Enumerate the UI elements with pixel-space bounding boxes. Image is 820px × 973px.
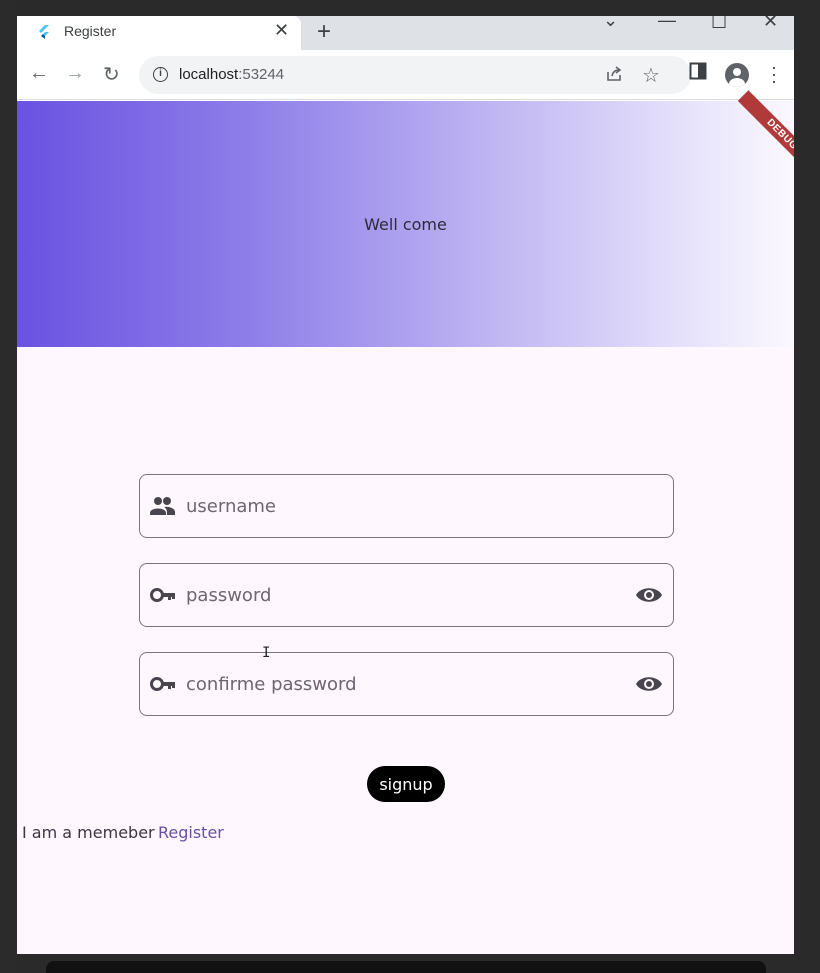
close-tab-icon[interactable]: ✕ xyxy=(274,20,289,41)
flutter-logo-icon xyxy=(39,25,49,39)
desktop-background xyxy=(0,0,17,973)
browser-window: Register ✕ + ⌄ — ☐ ✕ ← → ↻ i localhost:5… xyxy=(17,16,794,954)
confirm-password-input[interactable] xyxy=(186,669,616,699)
tab-search-icon[interactable]: ⌄ xyxy=(603,16,618,31)
side-panel-icon[interactable] xyxy=(689,62,707,80)
people-icon xyxy=(150,497,175,515)
confirm-password-field[interactable] xyxy=(139,652,674,716)
password-input[interactable] xyxy=(186,580,616,610)
back-icon[interactable]: ← xyxy=(29,62,49,85)
maximize-icon[interactable]: ☐ xyxy=(711,16,727,33)
bookmark-star-icon[interactable]: ☆ xyxy=(642,63,660,88)
tab-title: Register xyxy=(64,23,117,39)
show-password-icon[interactable] xyxy=(635,584,663,606)
register-link[interactable]: Register xyxy=(158,823,224,842)
minimize-icon[interactable]: — xyxy=(658,16,676,31)
signup-button[interactable]: signup xyxy=(367,766,445,802)
welcome-text: Well come xyxy=(364,215,447,234)
username-field[interactable] xyxy=(139,474,674,538)
show-confirm-password-icon[interactable] xyxy=(635,673,663,695)
member-prompt-text: I am a memeber xyxy=(22,823,155,842)
url-text[interactable]: localhost:53244 xyxy=(179,66,284,83)
tab-strip: Register ✕ + ⌄ — ☐ ✕ xyxy=(17,16,794,50)
forward-icon[interactable]: → xyxy=(65,62,85,85)
profile-avatar[interactable] xyxy=(725,63,749,87)
taskbar xyxy=(46,961,766,973)
password-field[interactable] xyxy=(139,563,674,627)
username-input[interactable] xyxy=(186,491,616,521)
welcome-banner: Well come xyxy=(17,101,794,347)
new-tab-button[interactable]: + xyxy=(317,18,331,46)
share-icon[interactable] xyxy=(605,65,623,83)
flutter-app-page: Well come DEBUG username I signup I am a… xyxy=(17,90,794,954)
browser-toolbar: ← → ↻ i localhost:53244 ☆ · · · xyxy=(17,50,794,100)
site-info-icon[interactable]: i xyxy=(153,67,168,82)
key-icon xyxy=(150,677,175,691)
key-icon xyxy=(150,588,175,602)
address-bar[interactable]: i localhost:53244 ☆ xyxy=(139,56,691,94)
tab-register[interactable]: Register ✕ xyxy=(17,16,301,50)
text-cursor-icon: I xyxy=(262,645,271,661)
close-window-icon[interactable]: ✕ xyxy=(763,16,778,32)
reload-icon[interactable]: ↻ xyxy=(103,62,120,87)
more-menu-icon[interactable]: · · · xyxy=(771,58,777,90)
